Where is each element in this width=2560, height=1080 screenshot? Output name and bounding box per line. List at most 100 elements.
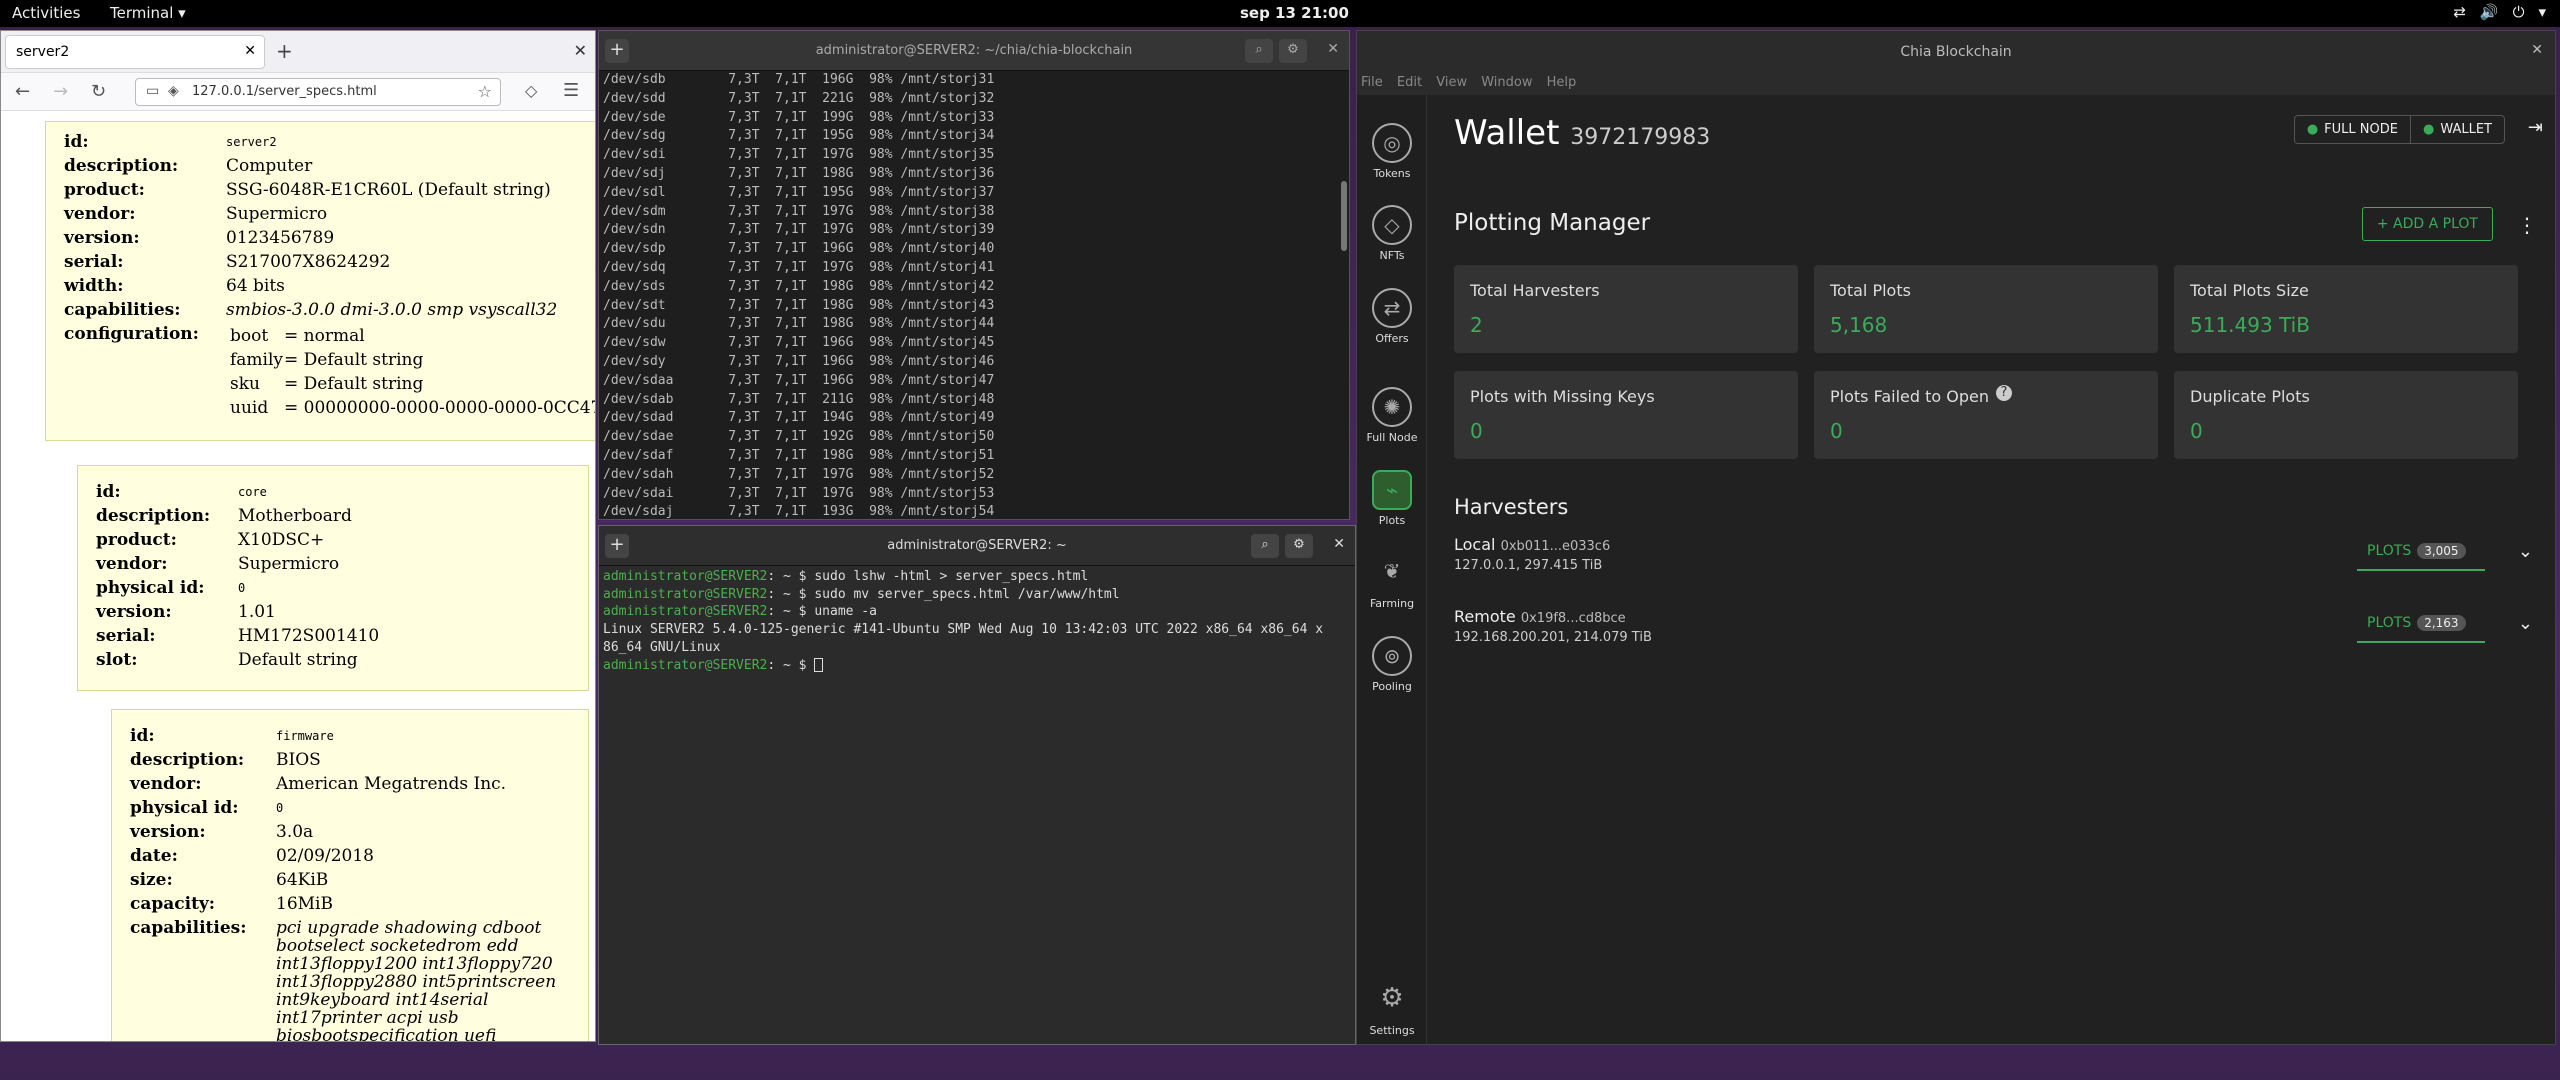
menu-window[interactable]: Window bbox=[1481, 75, 1532, 90]
sidebar-item-tokens[interactable]: ◎ Tokens bbox=[1357, 123, 1427, 180]
search-icon[interactable]: ⌕ bbox=[1251, 534, 1279, 558]
terminal-line: /dev/sdaf 7,3T 7,1T 198G 98% /mnt/storj5… bbox=[603, 447, 995, 463]
window-title: Chia Blockchain bbox=[1900, 44, 2012, 60]
terminal-prompt: administrator@SERVER2 bbox=[603, 657, 768, 673]
full-node-icon: ✺ bbox=[1372, 387, 1412, 427]
shield-icon[interactable]: ◈ bbox=[168, 83, 179, 99]
bookmark-star-icon[interactable]: ☆ bbox=[478, 82, 492, 101]
diamond-icon: ◇ bbox=[1372, 205, 1412, 245]
plots-tab[interactable]: PLOTS 3,005 bbox=[2357, 535, 2485, 571]
reload-icon[interactable]: ↻ bbox=[91, 81, 106, 102]
menu-edit[interactable]: Edit bbox=[1397, 75, 1422, 90]
sidebar-item-plots[interactable]: ⌁ Plots bbox=[1357, 470, 1427, 527]
clock[interactable]: sep 13 21:00 bbox=[1240, 4, 1349, 22]
terminal-prompt: administrator@SERVER2 bbox=[603, 604, 768, 620]
more-options-icon[interactable]: ⋮ bbox=[2517, 213, 2537, 237]
forward-icon[interactable]: → bbox=[53, 81, 68, 102]
terminal-line: /dev/sdai 7,3T 7,1T 197G 98% /mnt/storj5… bbox=[603, 485, 995, 501]
plots-tab[interactable]: PLOTS 2,163 bbox=[2357, 607, 2485, 643]
sidebar-label: Tokens bbox=[1373, 167, 1411, 180]
help-icon[interactable]: ? bbox=[1996, 385, 2012, 401]
menu-file[interactable]: File bbox=[1361, 75, 1383, 90]
sidebar-item-nfts[interactable]: ◇ NFTs bbox=[1357, 205, 1427, 262]
firmware-capability-line: int17printer acpi usb bbox=[276, 1008, 459, 1028]
sidebar-label: Offers bbox=[1375, 332, 1409, 345]
terminal-line: /dev/sdaa 7,3T 7,1T 196G 98% /mnt/storj4… bbox=[603, 372, 995, 388]
config-value: = Default string bbox=[284, 350, 424, 370]
terminal-output[interactable]: administrator@SERVER2: ~ $ sudo lshw -ht… bbox=[599, 566, 1355, 1044]
sidebar-item-settings[interactable]: ⚙ Settings bbox=[1357, 980, 1427, 1037]
close-icon[interactable]: ✕ bbox=[2531, 42, 2543, 58]
stat-value: 511.493 TiB bbox=[2190, 313, 2310, 337]
plots-count-badge: 3,005 bbox=[2417, 543, 2466, 559]
terminal-prompt: administrator@SERVER2 bbox=[603, 569, 768, 584]
page-icon: ▭ bbox=[146, 83, 160, 99]
search-icon[interactable]: ⌕ bbox=[1245, 39, 1273, 63]
sidebar-item-offers[interactable]: ⇄ Offers bbox=[1357, 288, 1427, 345]
activities-button[interactable]: Activities bbox=[12, 4, 80, 22]
close-tab-icon[interactable]: ✕ bbox=[244, 43, 256, 59]
stat-value: 5,168 bbox=[1830, 313, 1888, 337]
back-icon[interactable]: ← bbox=[15, 81, 30, 102]
firmware-capability-line: bootselect socketedrom edd bbox=[276, 936, 519, 956]
wallet-status[interactable]: ● WALLET bbox=[2411, 116, 2504, 143]
chevron-down-icon[interactable]: ⌄ bbox=[2518, 613, 2533, 634]
label-capacity: capacity: bbox=[130, 894, 216, 914]
terminal-line: /dev/sdae 7,3T 7,1T 192G 98% /mnt/storj5… bbox=[603, 429, 995, 445]
sidebar-item-pooling[interactable]: ⊚ Pooling bbox=[1357, 636, 1427, 693]
gear-icon[interactable]: ⚙ bbox=[1285, 534, 1313, 558]
terminal-line: /dev/sde 7,3T 7,1T 199G 98% /mnt/storj33 bbox=[603, 109, 995, 125]
logout-icon[interactable]: ⇥ bbox=[2528, 117, 2543, 138]
network-icon: ⇄ bbox=[2453, 3, 2466, 21]
add-plot-button[interactable]: + ADD A PLOT bbox=[2361, 207, 2493, 241]
sidebar-item-farming[interactable]: ❦ Farming bbox=[1357, 553, 1427, 610]
harvester-row-remote[interactable]: Remote 0x19f8...cd8bce 192.168.200.201, … bbox=[1454, 607, 2555, 667]
chevron-down-icon[interactable]: ⌄ bbox=[2518, 541, 2533, 562]
stat-duplicate-plots: Duplicate Plots 0 bbox=[2174, 371, 2518, 459]
menu-help[interactable]: Help bbox=[1547, 75, 1577, 90]
stat-label: Total Plots Size bbox=[2190, 281, 2309, 300]
chia-window: Chia Blockchain ✕ File Edit View Window … bbox=[1356, 30, 2556, 1045]
close-window-icon[interactable]: ✕ bbox=[574, 41, 587, 60]
browser-tab[interactable]: server2 ✕ bbox=[5, 35, 265, 69]
plots-icon: ⌁ bbox=[1372, 470, 1412, 510]
menu-view[interactable]: View bbox=[1436, 75, 1467, 90]
stat-label: Plots with Missing Keys bbox=[1470, 387, 1655, 406]
label-vendor: vendor: bbox=[96, 554, 168, 574]
terminal-line: /dev/sdt 7,3T 7,1T 198G 98% /mnt/storj43 bbox=[603, 297, 995, 313]
close-icon[interactable]: ✕ bbox=[1327, 41, 1339, 57]
power-icon: ⏻ bbox=[2512, 3, 2525, 21]
stat-total-plots: Total Plots 5,168 bbox=[1814, 265, 2158, 353]
terminal-line: /dev/sdp 7,3T 7,1T 196G 98% /mnt/storj40 bbox=[603, 241, 995, 257]
label-vendor: vendor: bbox=[64, 204, 136, 224]
harvester-row-local[interactable]: Local 0xb011...e033c6 127.0.0.1, 297.415… bbox=[1454, 535, 2555, 595]
scrollbar[interactable] bbox=[1341, 181, 1347, 251]
label-id: id: bbox=[130, 726, 155, 746]
app-menu-terminal[interactable]: Terminal ▾ bbox=[110, 4, 186, 22]
label-slot: slot: bbox=[96, 650, 138, 670]
system-id: server2 bbox=[226, 135, 277, 149]
terminal-header: + administrator@SERVER2: ~ ⌕ ⚙ ✕ bbox=[599, 526, 1355, 566]
terminal-line: /dev/sdu 7,3T 7,1T 198G 98% /mnt/storj44 bbox=[603, 316, 995, 332]
full-node-status[interactable]: ● FULL NODE bbox=[2295, 116, 2411, 143]
terminal-prompt: administrator@SERVER2 bbox=[603, 586, 768, 602]
system-product: SSG-6048R-E1CR60L (Default string) bbox=[226, 180, 551, 200]
firmware-id: firmware bbox=[276, 729, 334, 743]
hamburger-menu-icon[interactable]: ☰ bbox=[563, 80, 579, 101]
url-bar[interactable]: ▭ ◈ 127.0.0.1/server_specs.html ☆ bbox=[135, 78, 501, 106]
sidebar-item-full-node[interactable]: ✺ Full Node bbox=[1357, 387, 1427, 444]
terminal-output[interactable]: /dev/sdb 7,3T 7,1T 196G 98% /mnt/storj31… bbox=[599, 71, 1349, 519]
plots-label: PLOTS bbox=[2367, 615, 2412, 631]
pocket-icon[interactable]: ◇ bbox=[525, 81, 537, 100]
gear-icon[interactable]: ⚙ bbox=[1279, 39, 1307, 63]
terminal-line: /dev/sdb 7,3T 7,1T 196G 98% /mnt/storj31 bbox=[603, 72, 995, 87]
system-tray[interactable]: ⇄ 🔊 ⏻ ▾ bbox=[2453, 3, 2546, 21]
stat-total-harvesters: Total Harvesters 2 bbox=[1454, 265, 1798, 353]
terminal-command: : ~ $ bbox=[767, 657, 815, 673]
label-size: size: bbox=[130, 870, 173, 890]
terminal-line: /dev/sdd 7,3T 7,1T 221G 98% /mnt/storj32 bbox=[603, 90, 995, 106]
close-icon[interactable]: ✕ bbox=[1333, 536, 1345, 552]
sprout-icon: ❦ bbox=[1383, 559, 1401, 583]
system-vendor: Supermicro bbox=[226, 204, 328, 224]
new-tab-icon[interactable]: + bbox=[276, 39, 293, 63]
